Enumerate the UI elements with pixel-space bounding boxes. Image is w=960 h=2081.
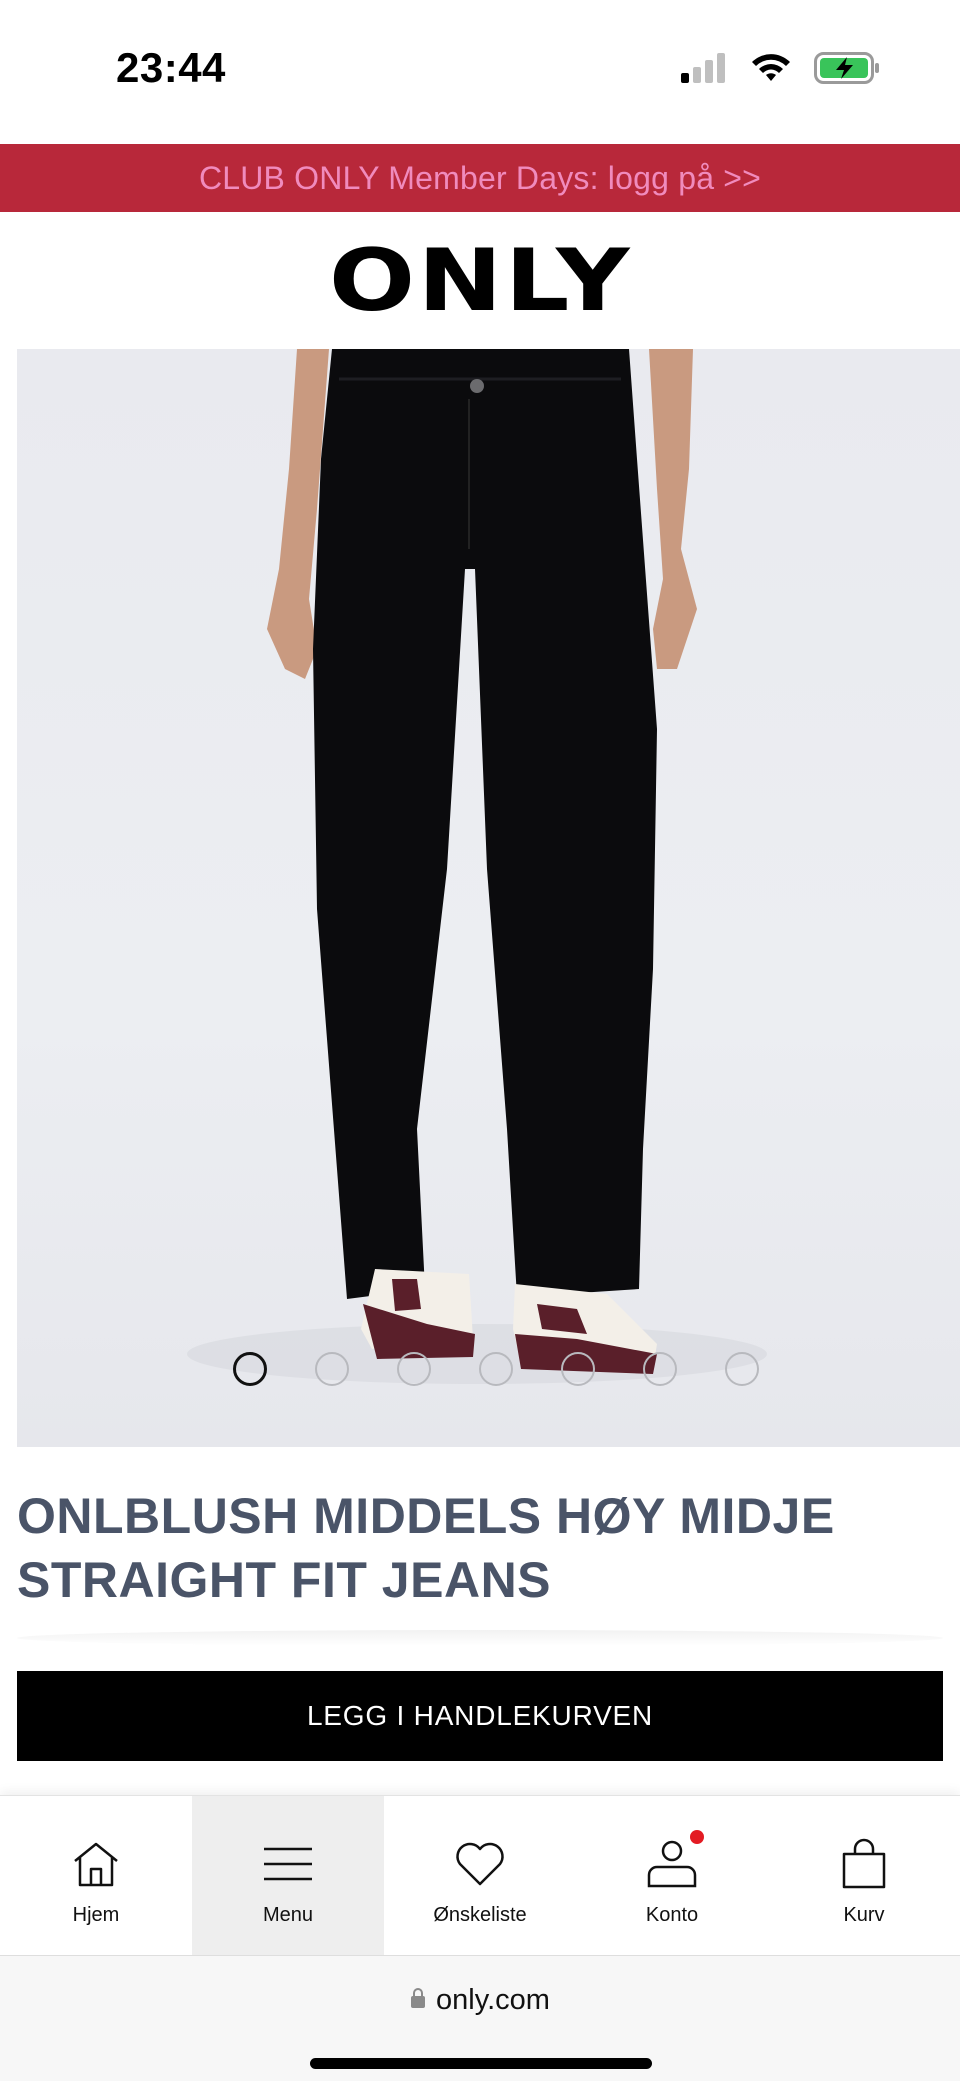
account-icon (646, 1838, 698, 1890)
promo-text[interactable]: CLUB ONLY Member Days: logg på >> (199, 160, 761, 197)
notification-badge (690, 1830, 704, 1844)
product-title: ONLBLUSH MIDDELS HØY MIDJE STRAIGHT FIT … (17, 1488, 835, 1608)
lock-icon (410, 1984, 426, 2017)
product-image-carousel[interactable] (17, 349, 960, 1447)
nav-label-menu: Menu (262, 1904, 314, 1926)
cellular-signal-icon (680, 53, 728, 88)
nav-item-account[interactable]: Konto (576, 1796, 768, 1956)
carousel-indicators (17, 1352, 960, 1392)
nav-label-cart: Kurv (843, 1904, 885, 1926)
url-text[interactable]: only.com (436, 1984, 550, 2017)
heart-icon (454, 1838, 506, 1890)
carousel-dot-2[interactable] (315, 1352, 349, 1386)
only-logo[interactable]: ONLY (329, 231, 632, 331)
hamburger-menu-icon (262, 1838, 314, 1890)
home-icon (71, 1838, 121, 1890)
product-photo (187, 349, 767, 1384)
wifi-icon (750, 53, 792, 88)
section-divider (17, 1630, 943, 1646)
nav-label-home: Hjem (72, 1904, 120, 1926)
browser-address-bar: only.com (0, 1955, 960, 2081)
carousel-dot-1[interactable] (233, 1352, 267, 1386)
bottom-navigation: Hjem Menu Ønskeliste Konto Kurv (0, 1795, 960, 1956)
nav-item-menu[interactable]: Menu (192, 1796, 384, 1956)
home-indicator[interactable] (310, 2058, 652, 2069)
nav-label-account: Konto (645, 1904, 699, 1926)
add-to-cart-button[interactable]: LEGG I HANDLEKURVEN (17, 1671, 943, 1761)
nav-item-cart[interactable]: Kurv (768, 1796, 960, 1956)
promo-banner[interactable]: CLUB ONLY Member Days: logg på >> (0, 144, 960, 212)
site-header: ONLY (0, 212, 960, 349)
battery-charging-icon (814, 52, 880, 89)
status-time: 23:44 (116, 44, 226, 91)
carousel-dot-3[interactable] (397, 1352, 431, 1386)
nav-item-home[interactable]: Hjem (0, 1796, 192, 1956)
shopping-bag-icon (840, 1838, 888, 1890)
carousel-dot-4[interactable] (479, 1352, 513, 1386)
url-field[interactable]: only.com (0, 1984, 960, 2017)
carousel-dot-5[interactable] (561, 1352, 595, 1386)
status-icons (680, 52, 880, 89)
carousel-dot-6[interactable] (643, 1352, 677, 1386)
nav-item-wishlist[interactable]: Ønskeliste (384, 1796, 576, 1956)
carousel-dot-7[interactable] (725, 1352, 759, 1386)
status-bar: 23:44 (0, 0, 960, 144)
nav-label-wishlist: Ønskeliste (433, 1904, 527, 1926)
